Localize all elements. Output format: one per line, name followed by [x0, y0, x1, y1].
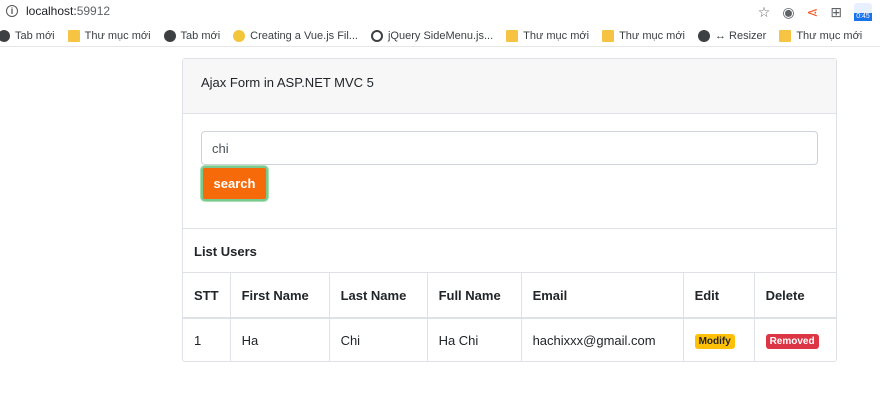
cell-first-name: Ha [230, 318, 330, 361]
folder-icon [506, 29, 519, 42]
bookmark-item[interactable]: Thư mục mới [506, 29, 590, 42]
jquery-icon [370, 29, 383, 42]
col-delete: Delete [765, 287, 805, 303]
globe-icon [163, 29, 176, 42]
bookmark-item[interactable]: ↔ Resizer [697, 29, 767, 42]
folder-icon [67, 29, 80, 42]
table-row: 1 Ha Chi Ha Chi hachixxx@gmail.com Modif… [183, 318, 836, 361]
col-full-name: Full Name [427, 273, 522, 318]
search-input[interactable] [201, 131, 818, 165]
grid-icon[interactable]: ⊞ [830, 4, 842, 20]
modify-badge[interactable]: Modify [694, 333, 735, 349]
timer-badge: 0:45 [854, 13, 872, 21]
bookmark-label: Thư mục mới [84, 29, 151, 42]
col-stt: STT [183, 273, 231, 318]
bookmark-label: jQuery SideMenu.js... [387, 29, 494, 42]
cell-email: hachixxx@gmail.com [521, 318, 684, 361]
cell-full-name: Ha Chi [427, 318, 522, 361]
cell-last-name: Chi [329, 318, 428, 361]
url-port: 59912 [76, 4, 111, 18]
globe-icon [697, 29, 710, 42]
search-button[interactable]: search [201, 166, 268, 201]
col-email: Email [521, 273, 684, 318]
extension-icon[interactable]: ◉ [782, 4, 794, 20]
bookmark-label: ↔ Resizer [714, 29, 767, 42]
removed-badge[interactable]: Removed [765, 333, 819, 349]
star-icon[interactable]: ☆ [758, 4, 771, 20]
bookmark-item[interactable]: jQuery SideMenu.js... [370, 29, 494, 42]
bookmark-label: Tab mới [15, 29, 55, 42]
cell-stt: 1 [183, 318, 231, 361]
bookmark-label: Creating a Vue.js Fil... [250, 29, 358, 42]
url-text[interactable]: localhost:59912 [26, 4, 110, 18]
cell-delete: Removed [754, 318, 836, 361]
card-header: Ajax Form in ASP.NET MVC 5 [183, 59, 836, 114]
info-icon[interactable]: i [6, 5, 18, 17]
bookmark-item[interactable]: Tab mới [0, 29, 55, 42]
col-last-name: Last Name [329, 273, 428, 318]
bookmark-item[interactable]: Thư mục mới [602, 29, 685, 42]
bookmark-item[interactable]: Tab mới [163, 29, 221, 42]
bookmark-label: Thư mục mới [619, 29, 685, 42]
ajax-form-card: Ajax Form in ASP.NET MVC 5 search List U… [182, 58, 837, 362]
timer-extension-icon[interactable]: 0:45 [854, 3, 872, 21]
vue-icon [233, 29, 246, 42]
users-table: STT First Name Last Name Full Name Email… [183, 273, 836, 361]
bookmarks-bar: Tab mới Thư mục mới Tab mới Creating a V… [0, 25, 880, 47]
toolbar-icons: ☆ ◉ ⋖ ⊞ 0:45 [758, 3, 872, 21]
folder-icon [779, 29, 792, 42]
col-first-name: First Name [230, 273, 330, 318]
cell-edit: Modify [683, 318, 755, 361]
globe-icon [0, 29, 10, 42]
share-icon[interactable]: ⋖ [807, 4, 819, 20]
bookmark-item[interactable]: Thư mục mới [67, 29, 151, 42]
url-host: localhost: [26, 4, 77, 18]
bookmark-item[interactable]: Thư mục mới [779, 29, 863, 42]
folder-icon [602, 29, 615, 42]
col-edit: Edit [683, 273, 755, 318]
bookmark-item[interactable]: Creating a Vue.js Fil... [233, 29, 358, 42]
address-bar[interactable]: i localhost:59912 ☆ ◉ ⋖ ⊞ 0:45 [0, 0, 880, 25]
list-users-title: List Users [183, 229, 836, 273]
table-header-row: STT First Name Last Name Full Name Email… [183, 273, 836, 318]
bookmark-label: Tab mới [180, 29, 221, 42]
bookmark-label: Thư mục mới [523, 29, 590, 42]
search-form: search [183, 114, 836, 229]
bookmark-label: Thư mục mới [796, 29, 863, 42]
